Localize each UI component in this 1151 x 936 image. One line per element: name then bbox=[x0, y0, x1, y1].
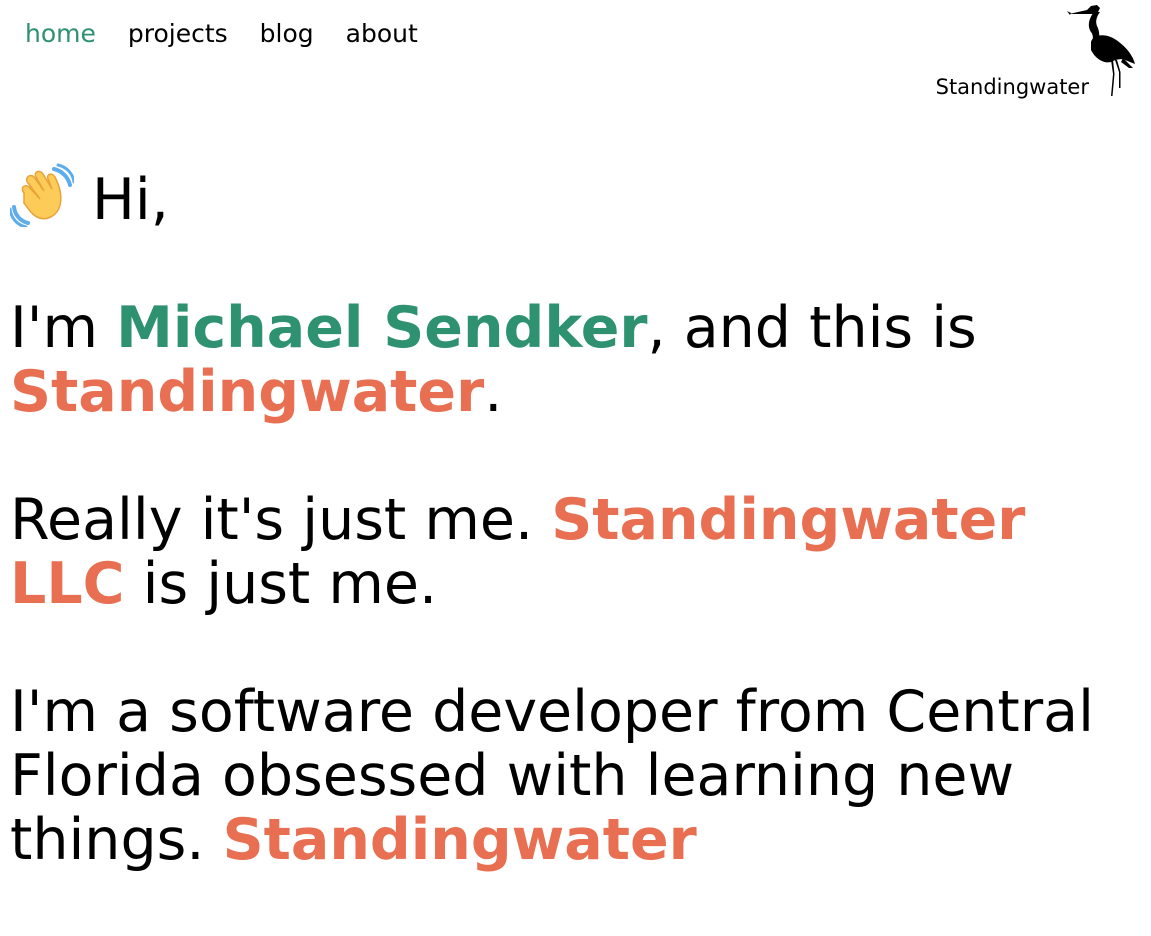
bio-brand-highlight: Standingwater bbox=[222, 807, 697, 873]
hero-section: Hi, I'm Michael Sendker, and this is Sta… bbox=[10, 163, 1130, 936]
main-nav: home projects blog about bbox=[25, 17, 418, 51]
intro-line: I'm Michael Sendker, and this is Standin… bbox=[10, 296, 1130, 424]
brand-highlight: Standingwater bbox=[10, 359, 485, 425]
greeting-text: Hi, bbox=[92, 167, 169, 233]
llc-suffix: is just me. bbox=[124, 551, 438, 617]
intro-suffix: . bbox=[484, 359, 503, 425]
author-name: Michael Sendker bbox=[116, 295, 648, 361]
greeting-line: Hi, bbox=[10, 163, 1130, 232]
waving-hand-icon bbox=[10, 163, 74, 227]
bio-line: I'm a software developer from Central Fl… bbox=[10, 680, 1130, 872]
heron-icon bbox=[1067, 5, 1135, 96]
nav-link-blog[interactable]: blog bbox=[260, 17, 314, 51]
brand-name: Standingwater bbox=[935, 75, 1089, 99]
intro-prefix: I'm bbox=[10, 295, 117, 361]
intro-middle: , and this is bbox=[647, 295, 977, 361]
nav-link-projects[interactable]: projects bbox=[128, 17, 228, 51]
llc-prefix: Really it's just me. bbox=[10, 487, 552, 553]
llc-line: Really it's just me. Standingwater LLC i… bbox=[10, 488, 1130, 616]
nav-link-home[interactable]: home bbox=[25, 17, 96, 51]
nav-link-about[interactable]: about bbox=[346, 17, 418, 51]
brand-logo-link[interactable]: Standingwater bbox=[917, 2, 1137, 102]
